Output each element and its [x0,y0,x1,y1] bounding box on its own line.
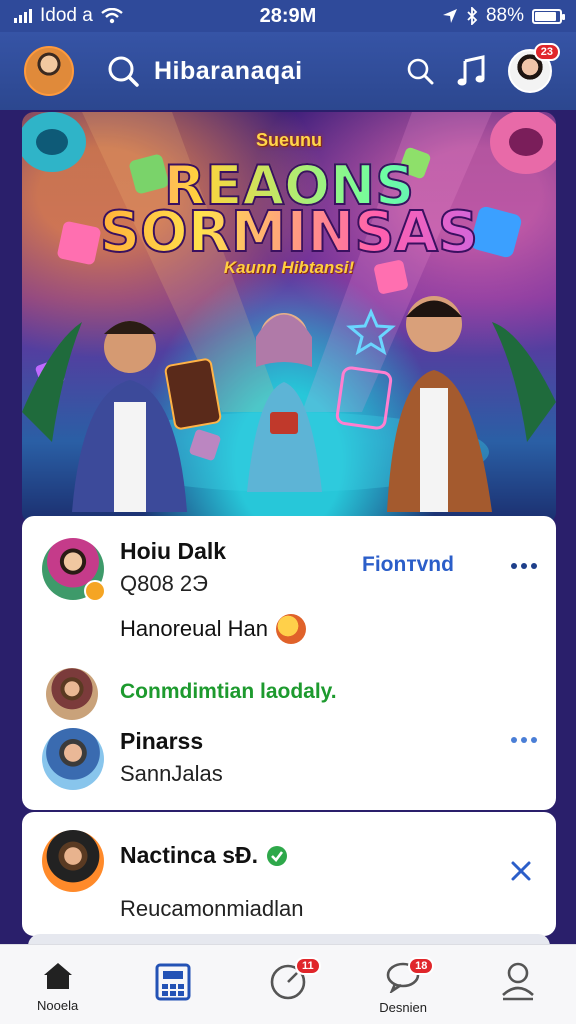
notification-badge: 23 [533,43,560,61]
location-arrow-icon [442,9,457,23]
author-avatar[interactable] [42,830,104,892]
reply-author-avatar[interactable] [42,728,104,790]
grid-calendar-icon [155,963,191,1001]
verified-badge-icon [84,580,106,602]
follow-link[interactable]: Fionтvnd [362,553,454,577]
nav-chat[interactable]: 18 Desnien [358,957,448,1015]
app-header: Hibaranaqai 23 [0,32,576,110]
nav-home-label: Nooela [36,998,79,1013]
more-options-icon[interactable] [511,563,537,569]
verified-check-icon [267,845,288,866]
banner-tag: Sueunu [256,130,322,150]
search-icon[interactable] [106,54,140,88]
timer-badge: 11 [294,957,321,975]
banner-subtitle: Kaunn Hibtansi! [223,258,355,277]
search-bar[interactable]: Hibaranaqai [106,54,406,88]
battery-percent: 88% [485,5,524,26]
chat-badge: 18 [408,957,435,975]
clock: 28:9M [259,4,317,27]
author-name[interactable]: Nactinca sĐ. [120,842,258,869]
nav-timer[interactable]: 11 [243,957,333,1006]
commenter-avatar[interactable] [46,668,98,720]
nav-chat-label: Desnien [379,1000,427,1015]
dismiss-icon[interactable] [508,858,534,884]
bluetooth-icon [467,7,478,25]
nav-profile[interactable] [473,961,563,1006]
user-avatar[interactable] [24,46,74,96]
feed-card-secondary: Nactinca sĐ. Reucamonmiadlan [22,812,556,936]
post-header: Nactinca sĐ. [42,830,288,892]
wifi-icon [101,8,123,24]
reply-subtitle: SannJalas [120,761,223,786]
banner-title-line2: SORMINSAS [22,199,556,266]
author-handle: Q808 2Э [120,571,208,596]
post-body: Reucamonmiadlan [120,896,304,921]
feed-card: Hoiu Dalk Q808 2Э Fionтvnd Hanoreual Han… [22,516,556,810]
music-note-icon[interactable] [456,55,486,87]
reply-more-options-icon[interactable] [511,737,537,743]
status-bar: Idod a 28:9M 88% [0,0,576,32]
promo-banner[interactable]: Sueunu REAONS SORMINSAS Kaunn Hibtansi! [22,112,556,524]
nav-home[interactable]: Nooela [13,961,103,1013]
comment-highlight[interactable]: Conmdimtian laodaly. [120,680,337,704]
home-icon [43,963,72,989]
app-title: Hibaranaqai [154,56,303,85]
comment-row [42,668,98,720]
bottom-navigation: Nooela 11 18 Desnien [0,944,576,1024]
profile-icon [502,962,535,1001]
reply-author-name[interactable]: Pinarss [120,728,223,755]
battery-icon [532,8,565,24]
post-text: Hanoreual Han [120,614,306,644]
post-body: Hanoreual Han [120,616,268,641]
reply-row: Pinarss SannJalas [42,728,223,790]
carrier-label: Idod a [40,5,93,26]
search-icon[interactable] [406,57,434,85]
author-name[interactable]: Hoiu Dalk [120,538,226,565]
nav-grid[interactable] [128,961,218,1006]
post-header: Hoiu Dalk Q808 2Э [42,538,226,602]
emoji-icon [275,614,306,644]
cell-signal-icon [14,9,32,23]
